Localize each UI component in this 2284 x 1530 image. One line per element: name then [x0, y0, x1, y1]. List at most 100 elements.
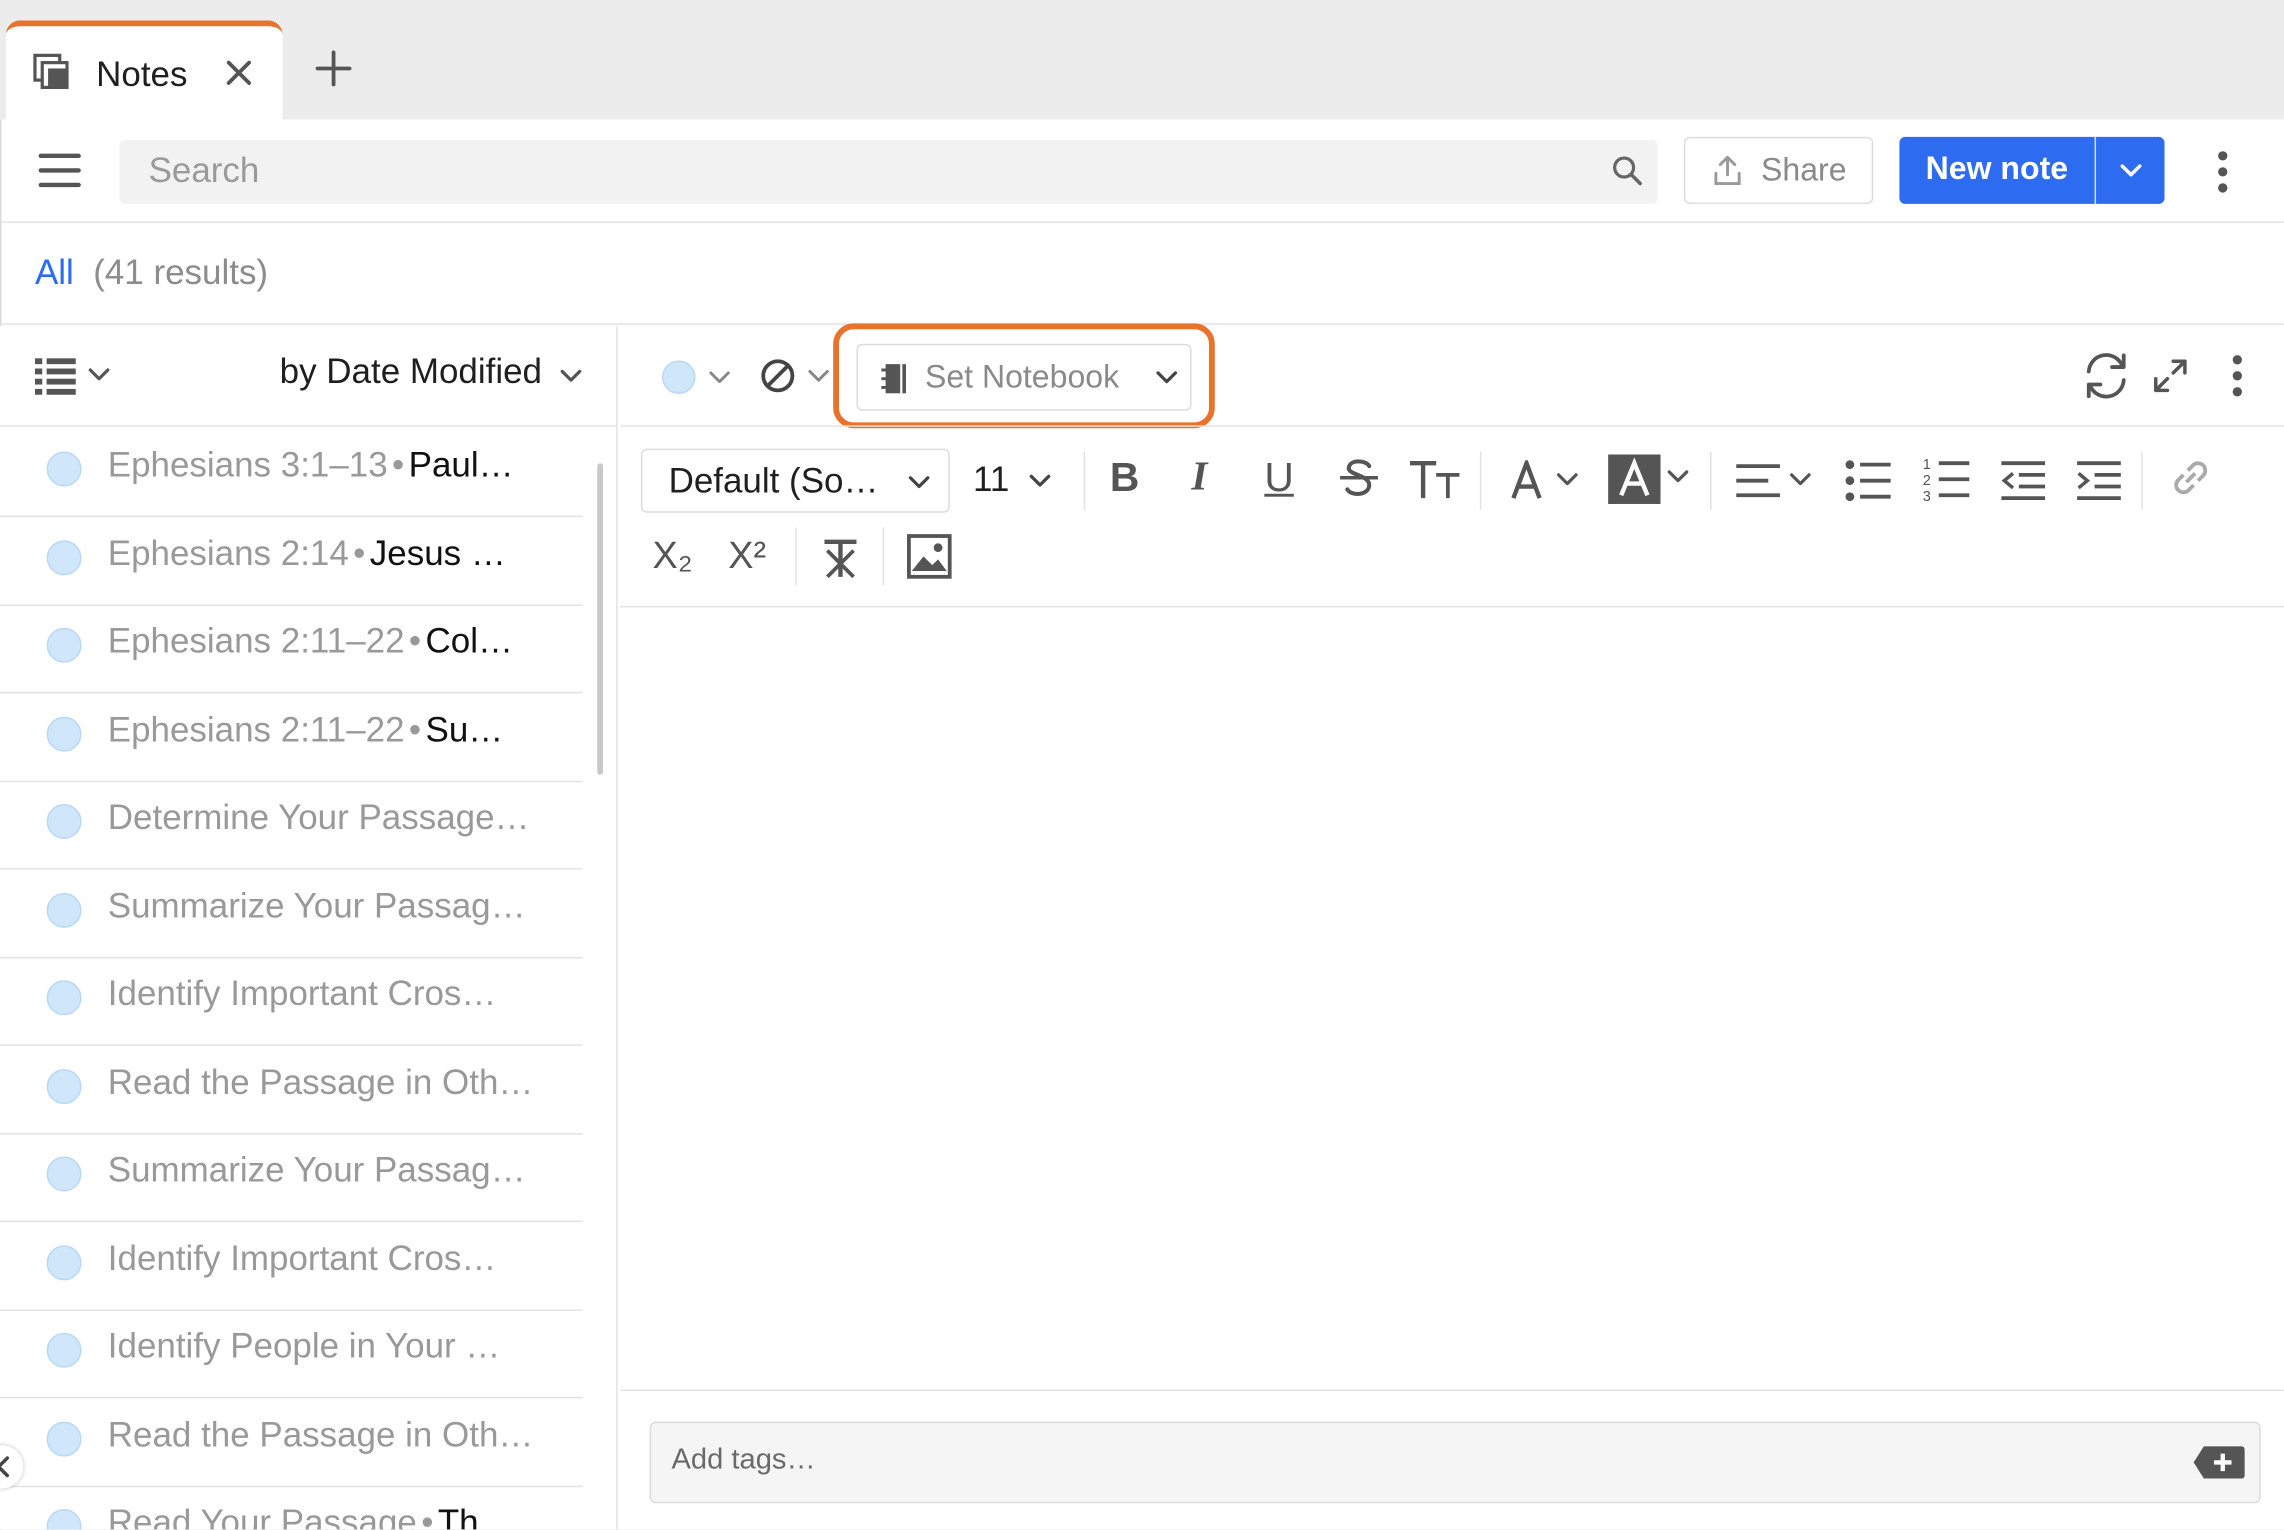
- bullet-separator: •: [353, 533, 366, 574]
- list-item[interactable]: Summarize Your Passag…: [0, 869, 583, 958]
- note-color-dot: [46, 627, 82, 663]
- list-view-icon[interactable]: [34, 355, 114, 396]
- list-item-title: Identify People in Your …: [107, 1326, 501, 1367]
- italic-button[interactable]: I: [1191, 454, 1207, 501]
- list-item[interactable]: Ephesians 2:11–22 • Su…: [0, 693, 583, 782]
- toolbar-separator: [1479, 451, 1482, 510]
- indent-icon[interactable]: [2074, 457, 2124, 504]
- set-notebook-label: Set Notebook: [924, 358, 1120, 395]
- list-item-text: Identify People in Your …: [108, 1327, 560, 1368]
- plus-icon[interactable]: [315, 50, 353, 88]
- more-options-icon[interactable]: [2208, 149, 2237, 196]
- share-button[interactable]: Share: [1683, 136, 1874, 204]
- note-color-dot: [46, 715, 82, 751]
- chevron-left-icon: [0, 1456, 10, 1478]
- svg-text:2: 2: [1923, 473, 1931, 489]
- list-item[interactable]: Read the Passage in Oth…: [0, 1398, 583, 1487]
- list-item-title: Summarize Your Passag…: [107, 1150, 526, 1191]
- expand-icon[interactable]: [2150, 355, 2191, 396]
- toolbar-separator: [795, 527, 797, 586]
- note-color-dot[interactable]: [661, 358, 737, 396]
- search-icon[interactable]: [1611, 154, 1643, 186]
- scrollbar-thumb[interactable]: [597, 463, 604, 775]
- note-color-dot: [46, 1244, 82, 1280]
- set-notebook-dropdown[interactable]: Set Notebook: [856, 343, 1192, 411]
- bullet-separator: •: [421, 1503, 434, 1530]
- editor-pane: Set Notebook Default (So… 11 B I U 1 2 3…: [620, 323, 2284, 1530]
- font-size-select[interactable]: 11: [973, 460, 1009, 501]
- chevron-down-icon[interactable]: [2118, 160, 2144, 180]
- link-icon[interactable]: [2167, 454, 2214, 501]
- chevron-down-icon[interactable]: [1028, 472, 1051, 489]
- list-item[interactable]: Identify Important Cros…: [0, 957, 583, 1046]
- strikethrough-icon[interactable]: [1337, 454, 1381, 501]
- collapse-sidebar-button[interactable]: [0, 1444, 24, 1489]
- font-family-select[interactable]: Default (So…: [640, 448, 950, 513]
- outdent-icon[interactable]: [1998, 457, 2048, 504]
- close-icon[interactable]: [224, 58, 253, 87]
- search-input[interactable]: Search: [119, 139, 1658, 204]
- clear-formatting-icon[interactable]: [819, 536, 863, 580]
- list-item[interactable]: Summarize Your Passag…: [0, 1133, 583, 1223]
- note-body-editor[interactable]: [621, 609, 2284, 1387]
- list-item-title: Determine Your Passage…: [107, 798, 530, 838]
- tags-input[interactable]: Add tags…: [649, 1421, 2261, 1504]
- underline-button[interactable]: U: [1264, 454, 1293, 501]
- new-note-button[interactable]: New note: [1899, 136, 2165, 204]
- text-size-icon[interactable]: [1407, 457, 1462, 501]
- list-item-text: Determine Your Passage…: [108, 798, 560, 839]
- subscript-button[interactable]: X₂: [653, 533, 693, 578]
- list-item[interactable]: Determine Your Passage…: [0, 781, 583, 870]
- list-item-title: Read the Passage in Oth…: [107, 1062, 534, 1102]
- list-item-text: Ephesians 2:14 • Jesus …: [108, 534, 560, 575]
- list-item-reference: Ephesians 2:11–22: [107, 710, 405, 750]
- chevron-down-icon: [907, 473, 930, 490]
- list-item-title: Identify Important Cros…: [107, 974, 497, 1014]
- list-item[interactable]: Identify Important Cros…: [0, 1221, 583, 1311]
- bullet-separator: •: [408, 710, 422, 750]
- italic-label: I: [1191, 454, 1208, 500]
- list-item[interactable]: Identify People in Your …: [0, 1309, 583, 1399]
- highlight-color-icon[interactable]: [1608, 454, 1692, 504]
- chevron-down-icon[interactable]: [559, 367, 582, 384]
- list-item[interactable]: Read Your Passage • Th…: [0, 1486, 583, 1530]
- numbered-list-icon[interactable]: 123: [1923, 454, 1973, 504]
- share-icon: [1712, 153, 1744, 188]
- text-color-icon[interactable]: [1509, 460, 1582, 501]
- divider: [620, 425, 2284, 427]
- bullet-list-icon[interactable]: [1844, 457, 1894, 504]
- tab-title: Notes: [96, 55, 188, 95]
- list-item-title: Identify Important Cros…: [107, 1238, 497, 1279]
- bold-button[interactable]: B: [1110, 454, 1139, 501]
- bullet-separator: •: [392, 445, 405, 486]
- sort-dropdown[interactable]: by Date Modified: [280, 352, 542, 393]
- list-item-title: Su…: [425, 710, 504, 750]
- tab-notes[interactable]: Notes: [5, 20, 283, 126]
- toolbar-separator: [882, 527, 885, 586]
- insert-image-icon[interactable]: [906, 533, 953, 580]
- list-item[interactable]: Ephesians 3:1–13 • Paul…: [0, 428, 583, 518]
- chevron-down-icon: [1155, 369, 1178, 386]
- note-color-dot: [46, 539, 82, 575]
- divider: [0, 221, 2284, 223]
- add-tag-icon[interactable]: [2192, 1443, 2247, 1481]
- list-item[interactable]: Read the Passage in Oth…: [0, 1045, 583, 1134]
- list-item[interactable]: Ephesians 2:11–22 • Col…: [0, 604, 583, 694]
- superscript-label: X²: [728, 533, 767, 577]
- hamburger-menu-icon[interactable]: [38, 151, 82, 189]
- list-item-reference: Ephesians 2:11–22: [107, 621, 405, 662]
- results-count: (41 results): [93, 253, 269, 293]
- editor-more-icon[interactable]: [2223, 352, 2252, 399]
- toolbar-separator: [2141, 451, 2143, 510]
- toolbar-separator: [1083, 451, 1086, 510]
- notes-tab-icon: [32, 52, 73, 93]
- share-label: Share: [1761, 151, 1847, 188]
- list-item[interactable]: Ephesians 2:14 • Jesus …: [0, 516, 583, 606]
- sync-icon[interactable]: [2080, 350, 2132, 402]
- list-item-text: Read the Passage in Oth…: [108, 1063, 560, 1104]
- align-icon[interactable]: [1733, 460, 1815, 501]
- list-item-title: Paul…: [408, 445, 514, 486]
- superscript-button[interactable]: X²: [728, 533, 766, 578]
- filter-all-link[interactable]: All: [35, 253, 74, 294]
- no-style-icon[interactable]: [757, 355, 833, 396]
